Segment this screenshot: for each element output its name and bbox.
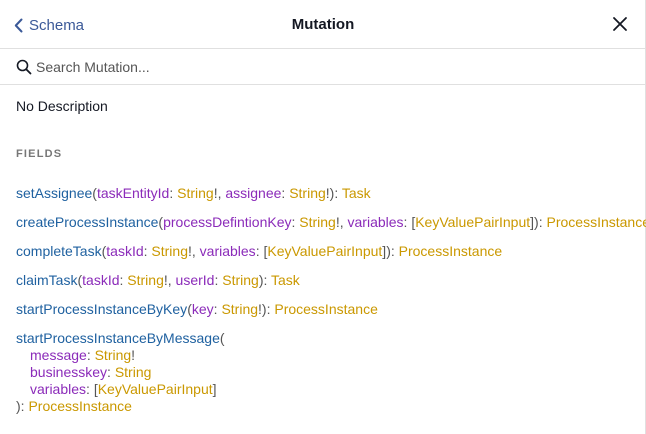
- header: Schema Mutation: [0, 0, 646, 49]
- arg-type[interactable]: KeyValuePairInput: [98, 381, 213, 397]
- search-icon: [16, 59, 32, 75]
- arg-type[interactable]: String: [151, 243, 188, 259]
- arg-type[interactable]: KeyValuePairInput: [267, 243, 382, 259]
- field-name[interactable]: setAssignee: [16, 185, 92, 201]
- field-complete-task: completeTask(taskId: String!, variables:…: [16, 243, 503, 259]
- arg-type[interactable]: String: [222, 272, 259, 288]
- field-claim-task: claimTask(taskId: String!, userId: Strin…: [16, 272, 300, 288]
- field-create-process-instance: createProcessInstance(processDefintionKe…: [16, 214, 646, 231]
- return-type[interactable]: ProcessInstance: [547, 214, 646, 230]
- search-bar: [0, 50, 646, 85]
- return-type[interactable]: Task: [271, 272, 300, 288]
- field-start-process-instance-by-key: startProcessInstanceByKey(key: String!):…: [16, 301, 378, 317]
- arg-type[interactable]: String: [289, 185, 326, 201]
- arg-name: key: [191, 301, 214, 317]
- arg-name: businesskey: [30, 364, 108, 380]
- return-type[interactable]: Task: [342, 185, 371, 201]
- close-button[interactable]: [612, 16, 628, 32]
- arg-type[interactable]: KeyValuePairInput: [415, 214, 530, 230]
- arg-name: taskId: [106, 243, 144, 259]
- arg-name: processDefintionKey: [163, 214, 292, 230]
- arg-type[interactable]: String: [95, 347, 132, 363]
- arg-name: message: [30, 347, 87, 363]
- arg-type[interactable]: String: [221, 301, 258, 317]
- field-set-assignee: setAssignee(taskEntityId: String!, assig…: [16, 185, 371, 201]
- arg-type[interactable]: String: [177, 185, 214, 201]
- type-description: No Description: [16, 98, 108, 114]
- field-name[interactable]: createProcessInstance: [16, 214, 158, 230]
- doc-explorer-panel: Schema Mutation No Description FIELDS se…: [0, 0, 646, 434]
- field-name[interactable]: startProcessInstanceByMessage: [16, 330, 220, 346]
- arg-name: variables: [30, 381, 87, 397]
- arg-type[interactable]: String: [115, 364, 152, 380]
- page-title: Mutation: [291, 16, 355, 33]
- field-name[interactable]: completeTask: [16, 243, 102, 259]
- arg-name: userId: [175, 272, 215, 288]
- arg-name: variables: [199, 243, 256, 259]
- fields-section-title: FIELDS: [16, 148, 63, 160]
- arg-type[interactable]: String: [299, 214, 336, 230]
- close-icon: [613, 17, 627, 31]
- arg-type[interactable]: String: [127, 272, 164, 288]
- field-start-process-instance-by-message: startProcessInstanceByMessage( message: …: [16, 330, 225, 414]
- return-type[interactable]: ProcessInstance: [399, 243, 503, 259]
- arg-name: taskId: [82, 272, 120, 288]
- return-type[interactable]: ProcessInstance: [274, 301, 378, 317]
- search-input[interactable]: [36, 56, 616, 78]
- arg-name: variables: [347, 214, 404, 230]
- arg-name: assignee: [225, 185, 282, 201]
- return-type[interactable]: ProcessInstance: [28, 398, 132, 414]
- arg-name: taskEntityId: [96, 185, 170, 201]
- field-name[interactable]: startProcessInstanceByKey: [16, 301, 187, 317]
- field-name[interactable]: claimTask: [16, 272, 77, 288]
